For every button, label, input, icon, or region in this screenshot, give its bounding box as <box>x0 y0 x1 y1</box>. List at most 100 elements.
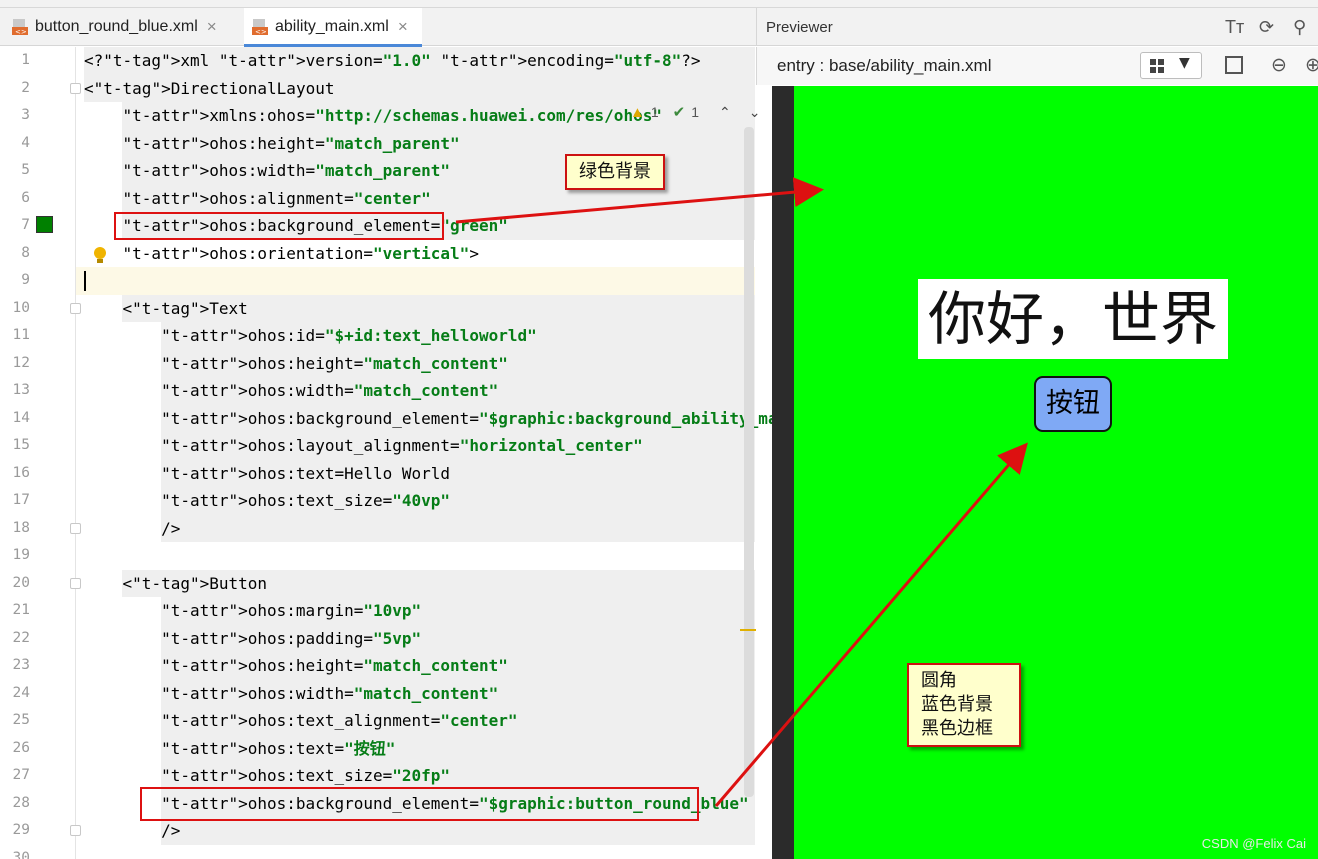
code-line[interactable]: 2 <"t-tag">DirectionalLayout <box>0 74 756 102</box>
code-text: "t-attr">ohos:height="match_parent" <box>122 133 460 153</box>
code-text: "t-attr">ohos:width="match_parent" <box>122 161 451 180</box>
line-number: 5 <box>21 162 30 178</box>
code-text: "t-attr">ohos:height="match_content" <box>161 353 508 373</box>
vertical-scrollbar[interactable] <box>744 127 754 797</box>
code-line[interactable]: 16 "t-attr">ohos:text=Hello World <box>0 459 756 487</box>
code-text: "t-attr">ohos:text="按钮" <box>161 738 396 758</box>
refresh-icon[interactable]: ⟳ <box>1259 17 1274 38</box>
code-text: "t-attr">ohos:width="match_content" <box>161 683 499 703</box>
code-text: "t-attr">ohos:alignment="center" <box>122 188 431 208</box>
code-text: "t-attr">ohos:height="match_content" <box>161 656 508 675</box>
tab-ability-main[interactable]: <> ability_main.xml × <box>244 8 422 47</box>
line-number: 14 <box>12 409 30 426</box>
code-text: "t-attr">ohos:layout_alignment="horizont… <box>161 436 643 455</box>
chevron-up-icon[interactable]: ⌃ <box>719 104 731 121</box>
warning-icon: ▲ <box>630 103 645 121</box>
line-number: 29 <box>12 822 30 838</box>
device-preview-screen <box>772 86 1318 859</box>
code-line[interactable]: 4 "t-attr">ohos:height="match_parent" <box>0 129 756 157</box>
tab-button-round-blue[interactable]: <> button_round_blue.xml × <box>12 8 242 46</box>
code-line[interactable]: 8 "t-attr">ohos:orientation="vertical"> <box>0 240 756 268</box>
code-text: "t-attr">ohos:orientation="vertical"> <box>122 243 479 263</box>
line-number: 30 <box>12 849 30 859</box>
line-number: 19 <box>12 547 30 563</box>
pin-icon[interactable]: ⚲ <box>1293 17 1306 38</box>
callout-line: 黑色边框 <box>921 718 993 739</box>
inspection-widget[interactable]: ▲ 1 ✔ 1 ⌃ ⌄ <box>630 103 761 122</box>
chevron-down-icon: ▼ <box>1179 55 1190 71</box>
close-icon[interactable]: × <box>398 17 408 37</box>
code-line[interactable]: 9 <box>0 267 756 295</box>
xml-file-icon: <> <box>12 19 28 36</box>
scope-shade <box>160 514 755 542</box>
bulb-icon[interactable] <box>92 246 108 266</box>
ide-window: <> button_round_blue.xml × <> ability_ma… <box>0 0 1318 859</box>
fold-icon[interactable] <box>70 825 81 836</box>
code-line[interactable]: 15 "t-attr">ohos:layout_alignment="horiz… <box>0 432 756 460</box>
code-line[interactable]: 30 <box>0 845 756 859</box>
editor-tab-bar: <> button_round_blue.xml × <> ability_ma… <box>0 8 756 47</box>
scope-shade <box>160 817 755 845</box>
code-line[interactable]: 23 "t-attr">ohos:height="match_content" <box>0 652 756 680</box>
line-number: 23 <box>12 657 30 673</box>
code-text: "t-attr">ohos:text_size="40vp" <box>161 491 451 510</box>
code-line[interactable]: 13 "t-attr">ohos:width="match_content" <box>0 377 756 405</box>
previewer-toolbar: entry : base/ability_main.xml ▼ ⊖ ⊕ <box>756 47 1318 85</box>
grid-icon <box>1150 58 1164 73</box>
line-number: 12 <box>12 354 30 371</box>
code-line[interactable]: 24 "t-attr">ohos:width="match_content" <box>0 679 756 707</box>
code-text: "t-attr">ohos:text=Hello World <box>161 463 451 483</box>
code-line[interactable]: 25 "t-attr">ohos:text_alignment="center" <box>0 707 756 735</box>
callout-line: 蓝色背景 <box>921 694 993 715</box>
line-number: 22 <box>12 629 30 646</box>
fold-icon[interactable] <box>70 522 81 534</box>
fold-icon[interactable] <box>70 82 81 94</box>
close-icon[interactable]: × <box>207 17 217 37</box>
code-line[interactable]: 19 <box>0 542 756 570</box>
code-text: /> <box>84 821 181 840</box>
code-line[interactable]: 20 <"t-tag">Button <box>0 569 756 597</box>
code-line[interactable]: 18 /> <box>0 514 756 542</box>
code-line[interactable]: 22 "t-attr">ohos:padding="5vp" <box>0 624 756 652</box>
line-number: 1 <box>21 52 30 68</box>
code-text: "t-attr">ohos:id="$+id:text_helloworld" <box>161 326 537 345</box>
code-line[interactable]: 10 <"t-tag">Text <box>0 294 756 322</box>
code-text: <"t-tag">DirectionalLayout <box>84 78 335 98</box>
color-swatch <box>36 216 53 233</box>
code-line[interactable]: 29 /> <box>0 817 756 845</box>
chevron-down-icon[interactable]: ⌄ <box>749 104 761 121</box>
crop-icon[interactable] <box>1225 56 1243 74</box>
code-text: <"t-tag">Text <box>84 298 248 318</box>
code-line[interactable]: 21 "t-attr">ohos:margin="10vp" <box>0 597 756 625</box>
preview-button[interactable]: 按钮 <box>1034 376 1112 432</box>
line-number: 8 <box>21 244 30 261</box>
code-line[interactable]: 27 "t-attr">ohos:text_size="20fp" <box>0 762 756 790</box>
line-number: 9 <box>21 272 30 288</box>
line-number: 15 <box>12 437 30 453</box>
code-line[interactable]: 11 "t-attr">ohos:id="$+id:text_helloworl… <box>0 322 756 350</box>
zoom-in-icon[interactable]: ⊕ <box>1305 54 1318 76</box>
zoom-out-icon[interactable]: ⊖ <box>1271 54 1287 76</box>
line-number: 26 <box>12 739 30 756</box>
code-line[interactable]: 14 "t-attr">ohos:background_element="$gr… <box>0 404 806 432</box>
code-line[interactable]: 12 "t-attr">ohos:height="match_content" <box>0 349 756 377</box>
tab-label: button_round_blue.xml <box>35 18 198 35</box>
device-bezel <box>772 86 794 859</box>
layout-dropdown[interactable]: ▼ <box>1140 52 1202 79</box>
scroll-marker <box>740 629 756 631</box>
line-number: 20 <box>12 574 30 591</box>
code-line[interactable]: 1 <?"t-tag">xml "t-attr">version="1.0" "t… <box>0 47 756 75</box>
code-line[interactable]: 26 "t-attr">ohos:text="按钮" <box>0 734 756 762</box>
line-number: 24 <box>12 684 30 701</box>
top-menu-strip <box>0 0 1318 8</box>
fold-icon[interactable] <box>70 577 81 589</box>
hello-world-text: 你好，世界 <box>918 279 1228 359</box>
font-size-icon[interactable]: Tт <box>1225 17 1244 38</box>
line-number: 28 <box>12 794 30 811</box>
callout-line: 圆角 <box>921 670 957 691</box>
line-number: 18 <box>12 519 30 536</box>
code-text: "t-attr">ohos:margin="10vp" <box>161 601 422 620</box>
code-line[interactable]: 17 "t-attr">ohos:text_size="40vp" <box>0 487 756 515</box>
line-number: 11 <box>12 327 30 343</box>
fold-icon[interactable] <box>70 302 81 314</box>
